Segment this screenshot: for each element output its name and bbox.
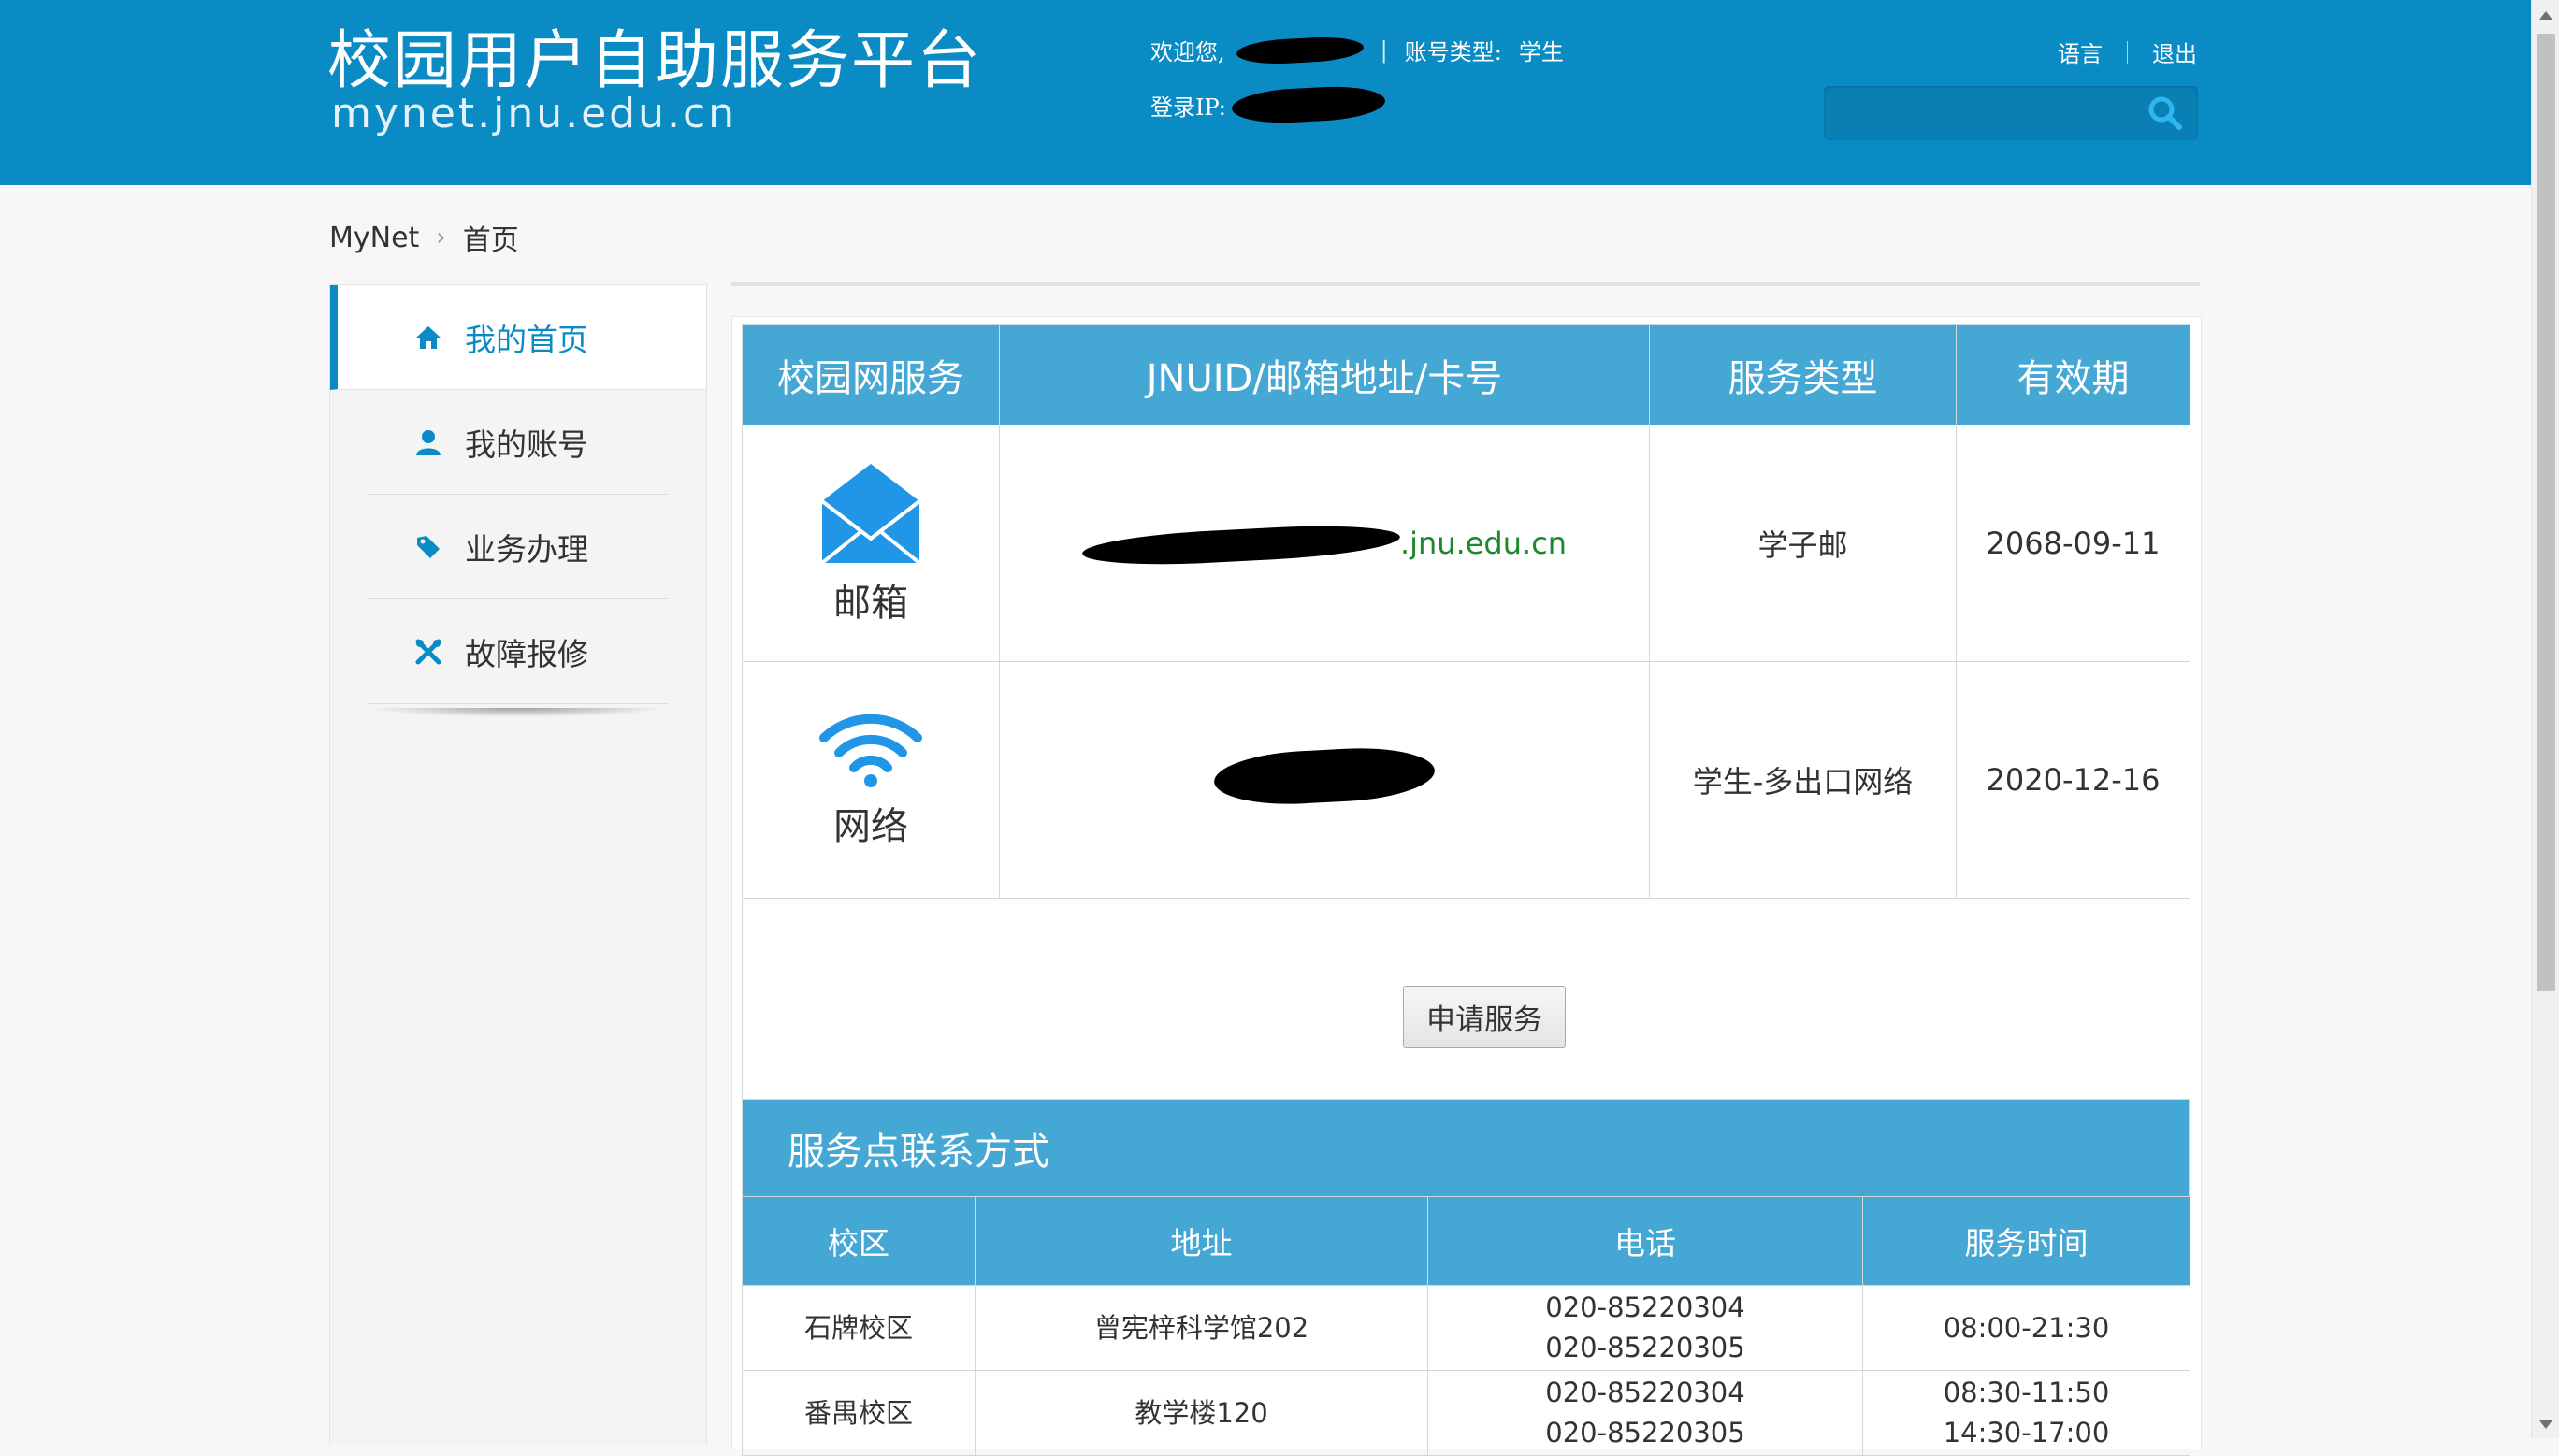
sidebar: 我的首页 我的账号 业务办理 故障报修 [329, 284, 707, 1445]
column-header: 地址 [975, 1196, 1428, 1286]
welcome-label: 欢迎您, [1150, 39, 1225, 65]
user-icon [412, 426, 444, 458]
account-id-cell [999, 661, 1650, 899]
column-header: 服务时间 [1862, 1196, 2190, 1286]
sidebar-item-label: 业务办理 [465, 531, 588, 568]
phone-number: 020-85220305 [1545, 1332, 1745, 1363]
site-subtitle: mynet.jnu.edu.cn [331, 90, 738, 137]
main-top-divider [731, 282, 2200, 286]
sidebar-shadow [369, 708, 667, 717]
expiry-cell: 2020-12-16 [1956, 661, 2190, 899]
top-header: 校园用户自助服务平台 mynet.jnu.edu.cn 欢迎您, | 账号类型:… [0, 0, 2531, 185]
table-row: 番禺校区 教学楼120 020-85220304 020-85220305 08… [742, 1370, 2190, 1456]
account-id-cell: .jnu.edu.cn [999, 425, 1650, 662]
service-time: 08:30-11:50 [1943, 1377, 2110, 1408]
language-link[interactable]: 语言 [2058, 36, 2103, 68]
campus-cell: 石牌校区 [742, 1285, 976, 1371]
address-cell: 曾宪梓科学馆202 [975, 1285, 1428, 1371]
envelope-icon[interactable] [820, 460, 921, 565]
breadcrumb-root[interactable]: MyNet [329, 222, 419, 254]
wifi-icon[interactable] [818, 710, 923, 788]
redacted-username [1236, 34, 1365, 66]
service-label: 网络 [833, 805, 908, 848]
contact-table: 校区 地址 电话 服务时间 石牌校区 曾宪梓科学馆202 020-8522030… [742, 1196, 2190, 1456]
column-header: 有效期 [1956, 324, 2190, 425]
service-time: 14:30-17:00 [1943, 1417, 2110, 1449]
account-type-label: 账号类型: [1404, 39, 1502, 65]
column-header: 电话 [1427, 1196, 1863, 1286]
breadcrumb: MyNet › 首页 [329, 217, 519, 258]
services-table: 校园网服务 JNUID/邮箱地址/卡号 服务类型 有效期 邮箱 .jnu.edu… [742, 324, 2190, 1135]
service-type-cell: 学生-多出口网络 [1649, 661, 1957, 899]
page-scrollbar[interactable] [2531, 0, 2559, 1438]
sidebar-item-repair[interactable]: 故障报修 [330, 599, 706, 704]
phone-number: 020-85220304 [1545, 1377, 1745, 1408]
welcome-row: 欢迎您, | 账号类型: 学生 [1150, 34, 1564, 66]
scroll-up-arrow-icon[interactable] [2539, 11, 2552, 20]
scroll-down-arrow-icon[interactable] [2539, 1420, 2552, 1429]
column-header: JNUID/邮箱地址/卡号 [999, 324, 1650, 425]
service-type-cell: 学子邮 [1649, 425, 1957, 662]
login-ip-label: 登录IP: [1150, 94, 1226, 121]
tools-icon [412, 636, 444, 668]
scroll-thumb[interactable] [2537, 34, 2555, 991]
sidebar-item-label: 故障报修 [465, 636, 588, 672]
top-links: 语言 退出 [2058, 36, 2197, 68]
site-title: 校园用户自助服务平台 [327, 24, 983, 98]
column-header: 校区 [742, 1196, 976, 1286]
phone-cell: 020-85220304 020-85220305 [1427, 1285, 1863, 1371]
search-icon[interactable] [2146, 94, 2185, 133]
service-time-cell: 08:30-11:50 14:30-17:00 [1862, 1370, 2190, 1456]
service-time-cell: 08:00-21:30 [1862, 1285, 2190, 1371]
service-cell[interactable]: 网络 [742, 661, 1000, 899]
sidebar-item-account[interactable]: 我的账号 [330, 390, 706, 495]
contact-section: 服务点联系方式 校区 地址 电话 服务时间 石牌校区 曾宪梓科学馆202 020… [742, 1099, 2190, 1456]
service-time: 08:00-21:30 [1943, 1311, 2110, 1344]
expiry-cell: 2068-09-11 [1956, 425, 2190, 662]
address-cell: 教学楼120 [975, 1370, 1428, 1456]
breadcrumb-current: 首页 [462, 224, 519, 257]
sidebar-item-label: 我的首页 [465, 321, 588, 358]
table-row: 石牌校区 曾宪梓科学馆202 020-85220304 020-85220305… [742, 1285, 2190, 1371]
services-table-header: 校园网服务 JNUID/邮箱地址/卡号 服务类型 有效期 [742, 324, 2190, 425]
phone-cell: 020-85220304 020-85220305 [1427, 1370, 1863, 1456]
apply-service-button[interactable]: 申请服务 [1403, 985, 1566, 1048]
chevron-right-icon: › [436, 223, 446, 252]
main-panel: 校园网服务 JNUID/邮箱地址/卡号 服务类型 有效期 邮箱 .jnu.edu… [731, 316, 2202, 1456]
service-label: 邮箱 [833, 582, 908, 625]
tag-icon [412, 531, 444, 563]
email-address: .jnu.edu.cn [1081, 521, 1567, 569]
redacted-ip [1231, 83, 1386, 126]
logout-link[interactable]: 退出 [2152, 36, 2197, 68]
home-icon [412, 322, 444, 353]
service-cell[interactable]: 邮箱 [742, 425, 1000, 662]
column-header: 校园网服务 [742, 324, 1000, 425]
redacted-email [1081, 521, 1401, 569]
table-row: 网络 学生-多出口网络 2020-12-16 [742, 661, 2190, 899]
link-divider [2127, 40, 2128, 64]
sidebar-item-business[interactable]: 业务办理 [330, 495, 706, 599]
contact-title: 服务点联系方式 [742, 1099, 2190, 1196]
column-header: 服务类型 [1649, 324, 1957, 425]
login-ip-row: 登录IP: [1150, 83, 1386, 126]
contact-table-header: 校区 地址 电话 服务时间 [742, 1196, 2190, 1286]
phone-number: 020-85220305 [1545, 1417, 1745, 1449]
search-input[interactable] [1824, 86, 2198, 140]
redacted-account-id [1212, 743, 1437, 809]
account-type-value: 学生 [1518, 39, 1564, 65]
phone-number: 020-85220304 [1545, 1291, 1745, 1323]
campus-cell: 番禺校区 [742, 1370, 976, 1456]
table-row: 邮箱 .jnu.edu.cn 学子邮 2068-09-11 [742, 425, 2190, 662]
sidebar-item-label: 我的账号 [465, 426, 588, 463]
sidebar-item-home[interactable]: 我的首页 [330, 285, 706, 390]
header-separator: | [1380, 36, 1388, 64]
